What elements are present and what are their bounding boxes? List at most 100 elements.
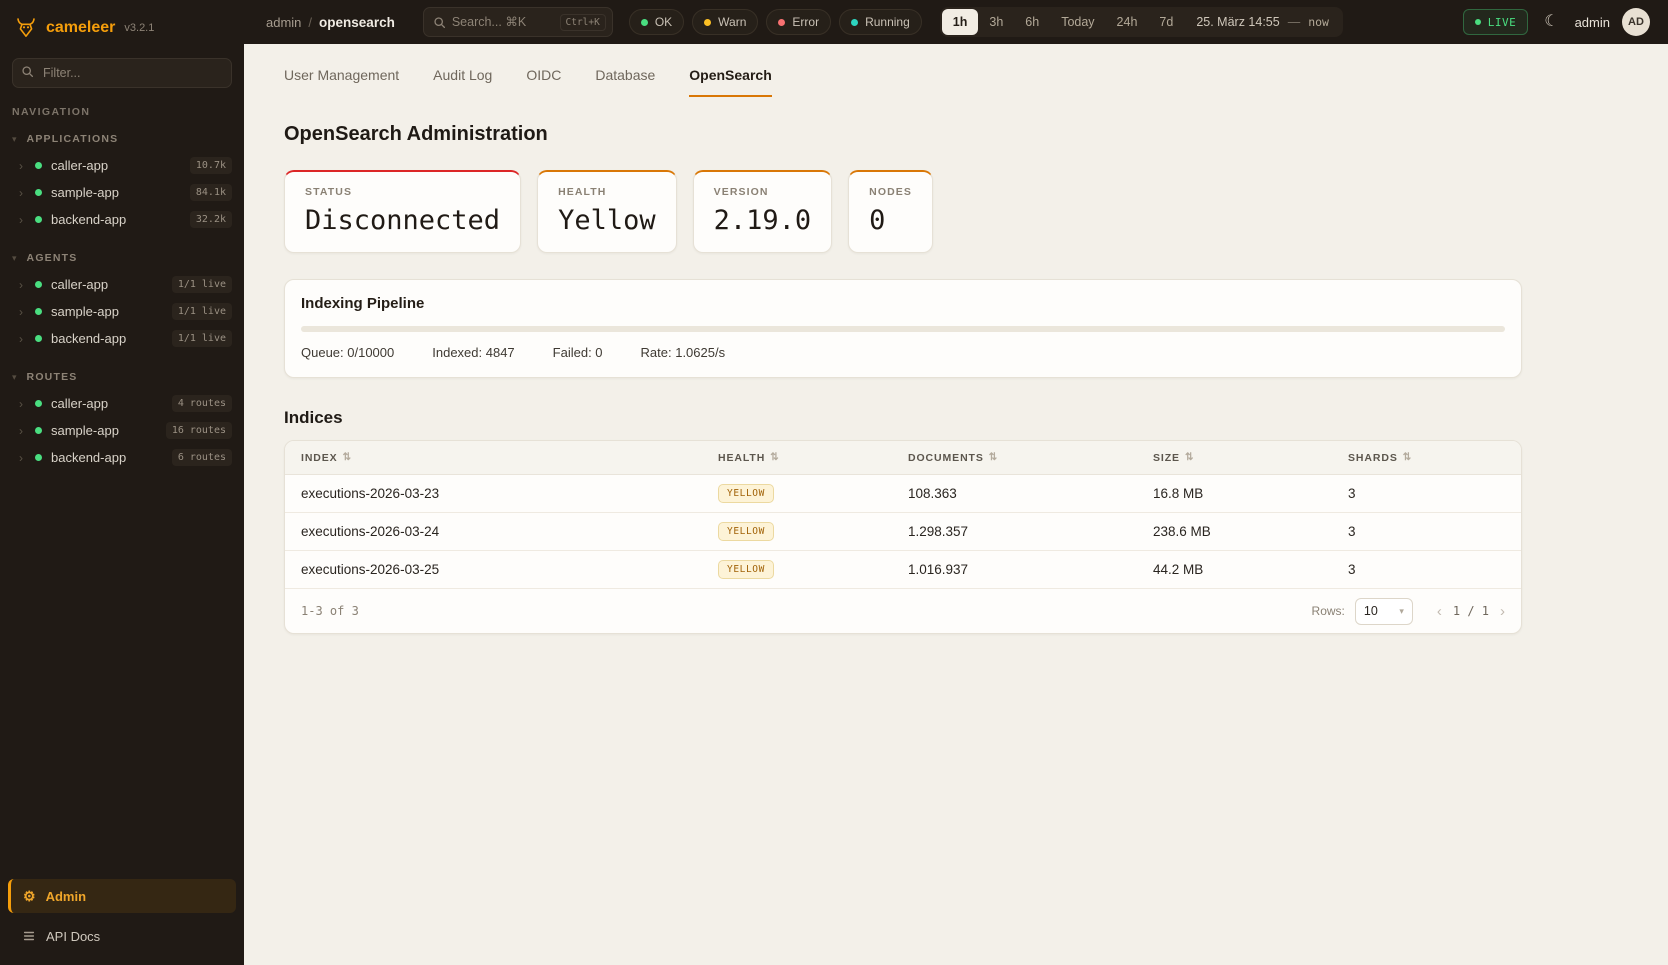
filter-input[interactable] xyxy=(12,58,232,88)
size-cell: 16.8 MB xyxy=(1137,486,1332,501)
sidebar-item-label: backend-app xyxy=(51,331,163,346)
sidebar-item-sample-app-agent[interactable]: › sample-app 1/1 live xyxy=(0,298,244,325)
column-header-health[interactable]: HEALTH⇅ xyxy=(702,452,892,464)
sidebar-item-caller-app[interactable]: › caller-app 10.7k xyxy=(0,152,244,179)
stat-card-status: STATUS Disconnected xyxy=(284,170,521,253)
tab-user-management[interactable]: User Management xyxy=(284,67,399,97)
time-range-today[interactable]: Today xyxy=(1050,9,1105,35)
admin-label: Admin xyxy=(46,889,86,904)
next-page-button[interactable]: › xyxy=(1500,604,1505,619)
sidebar-item-admin[interactable]: ⚙ Admin xyxy=(8,879,236,913)
section-title: ROUTES xyxy=(27,371,78,383)
tab-audit-log[interactable]: Audit Log xyxy=(433,67,492,97)
sidebar-item-label: caller-app xyxy=(51,277,163,292)
chevron-right-icon: › xyxy=(19,425,26,437)
sidebar-item-backend-app-routes[interactable]: › backend-app 6 routes xyxy=(0,444,244,471)
breadcrumb: admin / opensearch xyxy=(266,15,395,30)
table-row[interactable]: executions-2026-03-25 YELLOW 1.016.937 4… xyxy=(285,551,1521,589)
sidebar-item-caller-app-routes[interactable]: › caller-app 4 routes xyxy=(0,390,244,417)
section-header-routes[interactable]: ▾ ROUTES xyxy=(0,368,244,390)
sidebar-item-caller-app-agent[interactable]: › caller-app 1/1 live xyxy=(0,271,244,298)
date-separator: — xyxy=(1288,15,1301,29)
content-area: User Management Audit Log OIDC Database … xyxy=(244,44,1668,965)
chevron-right-icon: › xyxy=(19,187,26,199)
sort-icon[interactable]: ⇅ xyxy=(1403,452,1412,463)
dark-mode-toggle[interactable]: ☾ xyxy=(1540,12,1562,32)
pipeline-progress-bar xyxy=(301,326,1505,332)
sidebar-item-badge: 1/1 live xyxy=(172,303,232,320)
rows-per-page-select[interactable]: 10 ▾ xyxy=(1355,598,1413,625)
date-range-display[interactable]: 25. März 14:55 — now xyxy=(1184,15,1341,29)
stat-label: NODES xyxy=(869,186,912,198)
sidebar-item-backend-app-agent[interactable]: › backend-app 1/1 live xyxy=(0,325,244,352)
chevron-right-icon: › xyxy=(19,279,26,291)
top-bar: admin / opensearch Ctrl+K OK Warn Error xyxy=(244,0,1668,44)
table-header-row: INDEX⇅ HEALTH⇅ DOCUMENTS⇅ SIZE⇅ SHARDS⇅ xyxy=(285,441,1521,475)
sidebar-footer: ⚙ Admin API Docs xyxy=(0,869,244,965)
sidebar-item-sample-app[interactable]: › sample-app 84.1k xyxy=(0,179,244,206)
tab-opensearch[interactable]: OpenSearch xyxy=(689,67,771,97)
section-header-agents[interactable]: ▾ AGENTS xyxy=(0,249,244,271)
sidebar: cameleer v3.2.1 NAVIGATION ▾ APPLICATION… xyxy=(0,0,244,965)
filter-pill-warn[interactable]: Warn xyxy=(692,9,758,35)
rows-per-page-label: Rows: xyxy=(1312,604,1345,618)
time-range-7d[interactable]: 7d xyxy=(1148,9,1184,35)
column-header-index[interactable]: INDEX⇅ xyxy=(285,452,702,464)
health-badge: YELLOW xyxy=(718,484,774,503)
row-range-text: 1-3 of 3 xyxy=(301,604,359,618)
tab-database[interactable]: Database xyxy=(595,67,655,97)
breadcrumb-current: opensearch xyxy=(319,15,395,30)
prev-page-button[interactable]: ‹ xyxy=(1437,604,1442,619)
time-range-6h[interactable]: 6h xyxy=(1014,9,1050,35)
sort-icon[interactable]: ⇅ xyxy=(1185,452,1194,463)
time-range-1h[interactable]: 1h xyxy=(942,9,979,35)
search-icon xyxy=(21,65,34,78)
column-header-shards[interactable]: SHARDS⇅ xyxy=(1332,452,1521,464)
status-dot xyxy=(35,216,42,223)
pill-label: OK xyxy=(655,15,672,29)
column-header-documents[interactable]: DOCUMENTS⇅ xyxy=(892,452,1137,464)
column-header-size[interactable]: SIZE⇅ xyxy=(1137,452,1332,464)
time-range-24h[interactable]: 24h xyxy=(1106,9,1149,35)
indices-heading: Indices xyxy=(284,408,1628,428)
sort-icon[interactable]: ⇅ xyxy=(770,452,779,463)
app-name: cameleer xyxy=(46,19,115,37)
stat-label: VERSION xyxy=(714,186,812,198)
search-input[interactable] xyxy=(452,15,554,29)
admin-tabs: User Management Audit Log OIDC Database … xyxy=(284,44,1628,97)
error-status-dot xyxy=(778,19,785,26)
time-range-3h[interactable]: 3h xyxy=(978,9,1014,35)
filter-pill-running[interactable]: Running xyxy=(839,9,922,35)
search-shortcut-badge: Ctrl+K xyxy=(560,14,606,31)
stat-value: 0 xyxy=(869,205,912,236)
warn-status-dot xyxy=(704,19,711,26)
indices-table: INDEX⇅ HEALTH⇅ DOCUMENTS⇅ SIZE⇅ SHARDS⇅ … xyxy=(284,440,1522,634)
stat-card-nodes: NODES 0 xyxy=(848,170,933,253)
health-cell: YELLOW xyxy=(702,522,892,541)
table-row[interactable]: executions-2026-03-24 YELLOW 1.298.357 2… xyxy=(285,513,1521,551)
breadcrumb-separator: / xyxy=(308,15,312,30)
chevron-down-icon: ▾ xyxy=(12,372,17,383)
sidebar-item-sample-app-routes[interactable]: › sample-app 16 routes xyxy=(0,417,244,444)
chevron-down-icon: ▾ xyxy=(12,134,17,145)
user-avatar[interactable]: AD xyxy=(1622,8,1650,36)
status-dot xyxy=(35,189,42,196)
sidebar-item-api-docs[interactable]: API Docs xyxy=(8,921,236,951)
section-header-applications[interactable]: ▾ APPLICATIONS xyxy=(0,130,244,152)
stat-value: 2.19.0 xyxy=(714,205,812,236)
sort-icon[interactable]: ⇅ xyxy=(343,452,352,463)
live-toggle[interactable]: LIVE xyxy=(1463,9,1529,35)
sort-icon[interactable]: ⇅ xyxy=(989,452,998,463)
breadcrumb-admin[interactable]: admin xyxy=(266,15,301,30)
global-search[interactable]: Ctrl+K xyxy=(423,7,613,37)
filter-pill-ok[interactable]: OK xyxy=(629,9,684,35)
sidebar-item-backend-app[interactable]: › backend-app 32.2k xyxy=(0,206,244,233)
filter-pill-error[interactable]: Error xyxy=(766,9,831,35)
pipeline-stats: Queue: 0/10000 Indexed: 4847 Failed: 0 R… xyxy=(301,345,1505,360)
table-row[interactable]: executions-2026-03-23 YELLOW 108.363 16.… xyxy=(285,475,1521,513)
tab-oidc[interactable]: OIDC xyxy=(526,67,561,97)
gear-icon: ⚙ xyxy=(23,889,36,903)
date-start: 25. März 14:55 xyxy=(1196,15,1279,29)
live-status-dot xyxy=(1475,19,1481,25)
app-logo[interactable]: cameleer v3.2.1 xyxy=(0,0,244,50)
